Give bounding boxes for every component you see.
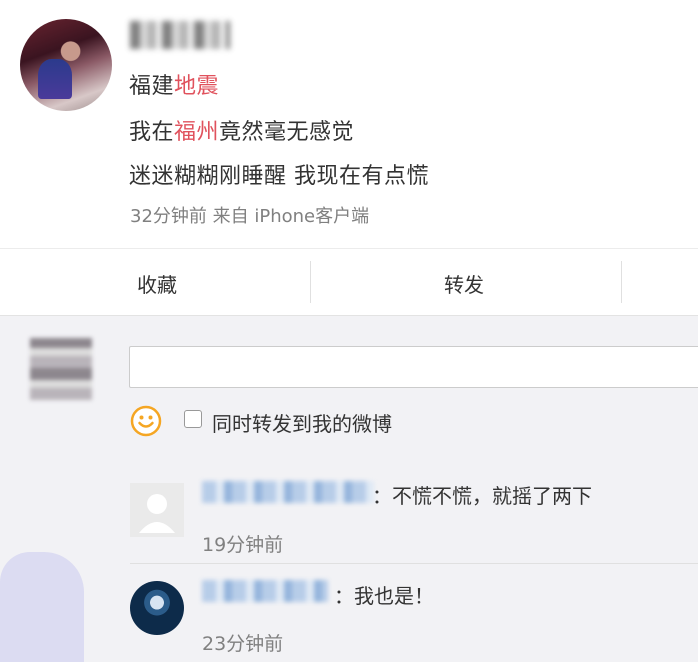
forward-to-weibo-checkbox[interactable] — [184, 410, 202, 428]
comment-time: 23分钟前 — [202, 633, 284, 655]
comment-text: ：我也是！ — [334, 584, 434, 608]
decorative-shape — [0, 552, 84, 662]
comment-input[interactable] — [129, 346, 698, 388]
default-avatar-icon[interactable] — [130, 483, 184, 537]
forward-button[interactable]: 转发 — [444, 269, 484, 298]
author-avatar[interactable] — [20, 19, 112, 111]
post-text: 福建 — [129, 74, 175, 99]
favorite-button[interactable]: 收藏 — [137, 269, 177, 298]
post-meta: 32分钟前 来自 iPhone客户端 — [130, 206, 370, 227]
post-text: 竟然毫无感觉 — [219, 120, 355, 145]
post-keyword-link[interactable]: 福州 — [174, 120, 219, 145]
weibo-post: 福建地震 我在福州竟然毫无感觉 迷迷糊糊刚睡醒 我现在有点慌 32分钟前 来自 … — [0, 0, 698, 316]
author-username-blurred[interactable] — [130, 21, 230, 49]
action-divider — [310, 261, 311, 303]
comment-separator — [130, 563, 698, 564]
smile-icon[interactable] — [130, 405, 162, 437]
my-avatar-blurred — [30, 338, 92, 400]
comment-text: ：不慌不慌，就摇了两下 — [372, 484, 592, 508]
commenter-name-blurred[interactable] — [202, 481, 374, 503]
post-action-bar: 收藏 转发 — [0, 248, 698, 316]
comment-time: 19分钟前 — [202, 534, 284, 556]
post-line-2: 我在福州竟然毫无感觉 — [129, 114, 354, 146]
user-avatar[interactable] — [130, 581, 184, 635]
commenter-name-blurred[interactable] — [202, 580, 328, 602]
post-line-1: 福建地震 — [129, 68, 219, 100]
forward-to-weibo-label[interactable]: 同时转发到我的微博 — [212, 408, 392, 437]
post-keyword-link[interactable]: 地震 — [174, 74, 219, 99]
post-text: 迷迷糊糊刚睡醒 我现在有点慌 — [129, 164, 429, 189]
post-line-3: 迷迷糊糊刚睡醒 我现在有点慌 — [129, 158, 429, 190]
post-text: 我在 — [129, 120, 175, 145]
action-divider — [621, 261, 622, 303]
